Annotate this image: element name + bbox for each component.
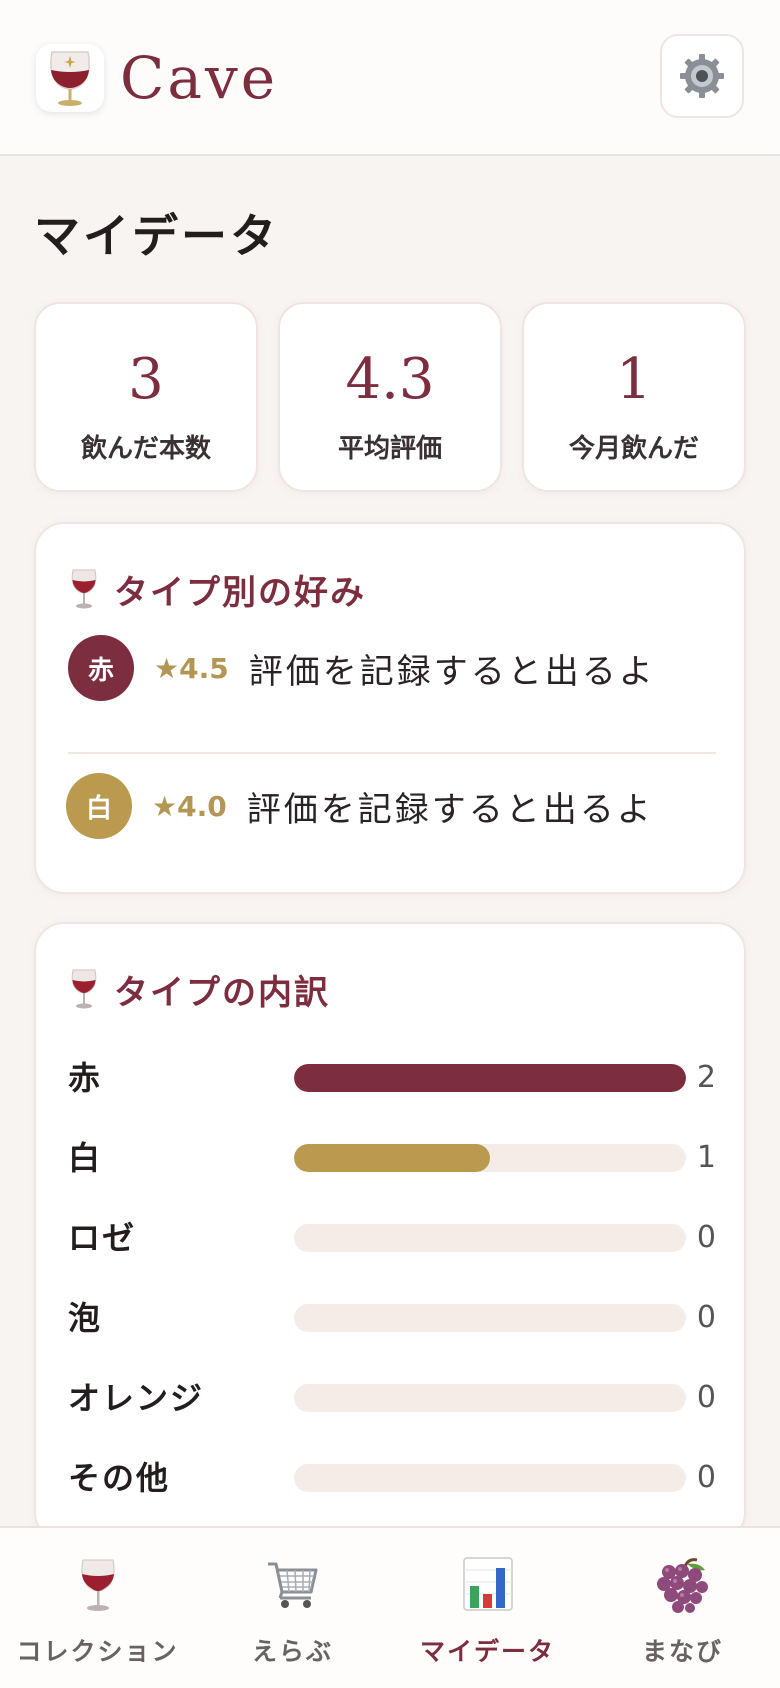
breakdown-row: オレンジ 0 [68,1378,716,1418]
breakdown-label: 白 [68,1139,103,1177]
breakdown-row: 白1 [68,1138,716,1178]
breakdown-count: 0 [696,1220,716,1255]
stat-card-this-month: 1 今月飲んだ [522,302,746,492]
preference-note: 評価を記録すると出るよ [248,651,656,692]
breakdown-count: 0 [696,1380,716,1415]
breakdown-label: 赤 [68,1059,103,1097]
tab-my-data[interactable]: マイデータ [390,1528,585,1688]
breakdown-count: 0 [696,1300,716,1335]
breakdown-label: 泡 [68,1299,103,1337]
shopping-cart-icon [267,1562,317,1608]
card-title: タイプ別の好み [114,572,366,613]
stat-label: 今月飲んだ [568,434,699,464]
wine-glass-icon [71,569,97,609]
tab-label: えらぶ [251,1637,333,1666]
breakdown-bar-track [294,1464,686,1492]
app-header: Cave [0,0,780,156]
tab-collection[interactable]: コレクション [0,1528,195,1688]
stat-card-average-rating: 4.3 平均評価 [278,302,502,492]
stat-value: 3 [128,347,164,412]
settings-button[interactable] [660,34,744,118]
breakdown-count: 0 [696,1460,716,1495]
breakdown-row: 赤2 [68,1058,716,1098]
tab-choose[interactable]: えらぶ [195,1528,390,1688]
tab-learn[interactable]: まなび [585,1528,780,1688]
gear-icon [680,54,724,98]
tab-label: コレクション [16,1637,179,1666]
breakdown-bar-fill [294,1144,490,1172]
type-badge: 赤 [68,635,134,701]
breakdown-bar-track [294,1304,686,1332]
wine-glass-icon [71,969,97,1009]
breakdown-row: ロゼ 0 [68,1218,716,1258]
breakdown-label: その他 [68,1459,171,1497]
breakdown-row: 泡0 [68,1298,716,1338]
preference-row-red: 赤 ★4.5 評価を記録すると出るよ [68,628,716,708]
bottom-tab-bar: コレクション えらぶ マイデータ まなび [0,1526,780,1688]
rating-value: ★4.5 [154,651,229,685]
breakdown-count: 2 [696,1060,716,1095]
rating-value: ★4.0 [152,789,227,823]
type-breakdown-card: タイプの内訳 赤 2 白 1 ロゼ 0 泡 0 オレンジ 0 その他 0 [34,922,746,1542]
page-title: マイデータ [34,209,279,263]
bar-chart-icon [462,1557,513,1611]
breakdown-bar-track [294,1064,686,1092]
breakdown-label: ロゼ [68,1219,137,1257]
stat-card-bottles: 3 飲んだ本数 [34,302,258,492]
breakdown-bar-track [294,1224,686,1252]
wine-glass-icon [50,51,90,106]
preference-note: 評価を記録すると出るよ [246,789,654,830]
type-badge: 白 [66,773,132,839]
breakdown-bar-fill [294,1064,686,1092]
app-logo [36,44,104,112]
card-title: タイプの内訳 [114,972,330,1013]
stat-value: 4.3 [345,347,435,412]
app-title: Cave [120,44,279,112]
stat-label: 平均評価 [337,434,442,464]
card-heading: タイプ別の好み [68,564,366,614]
grapes-icon [656,1558,708,1613]
breakdown-bar-track [294,1144,686,1172]
breakdown-label: オレンジ [68,1379,205,1417]
tab-label: まなび [641,1637,723,1666]
card-heading: タイプの内訳 [68,964,330,1014]
breakdown-row: その他 0 [68,1458,716,1498]
tab-label: マイデータ [419,1637,555,1666]
wine-glass-icon [80,1559,115,1611]
preference-row-white-content: 白 ★4.0 評価を記録すると出るよ [66,766,714,846]
stat-label: 飲んだ本数 [80,434,211,464]
breakdown-count: 1 [696,1140,716,1175]
stat-value: 1 [616,347,652,412]
breakdown-bar-track [294,1384,686,1412]
